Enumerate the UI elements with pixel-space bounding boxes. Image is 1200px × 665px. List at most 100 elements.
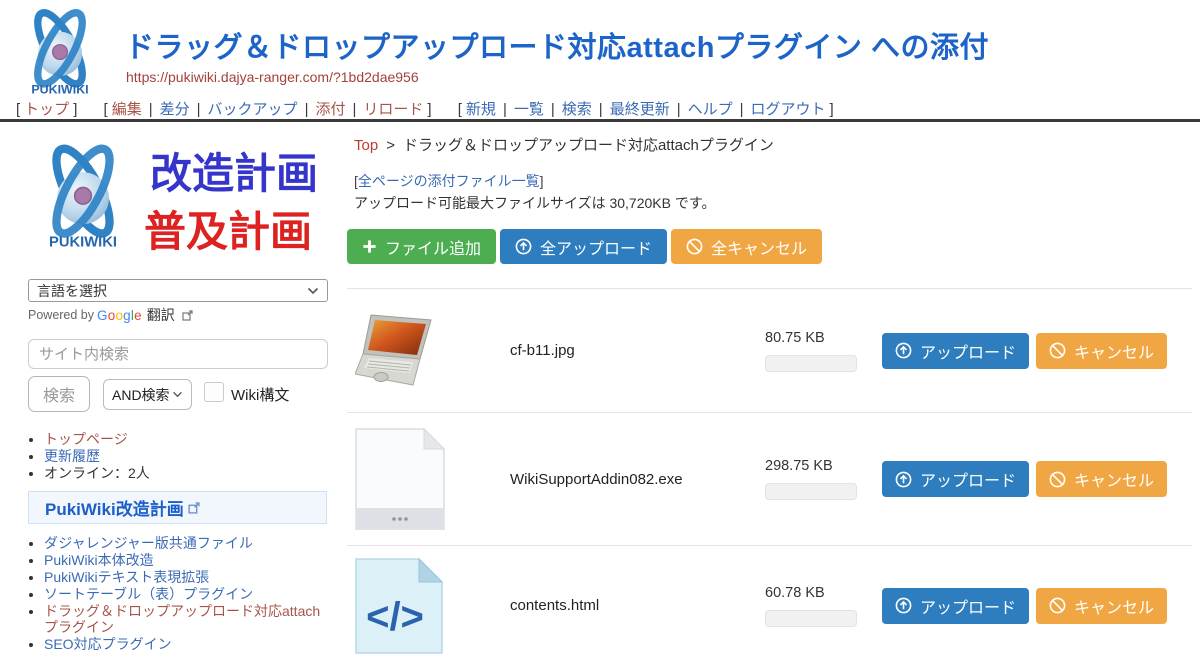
top-navbar: [トップ] [編集|差分|バックアップ|添付|リロード] [新規|一覧|検索|最… [12, 98, 852, 119]
search-input[interactable] [28, 339, 328, 369]
photo-thumbnail [355, 313, 451, 389]
file-upload-list: cf-b11.jpg 80.75 KB アップロード キャンセル [347, 288, 1192, 665]
language-select[interactable]: 言語を選択 [28, 279, 328, 302]
logo-wordmark: PUKIWIKI [31, 82, 88, 96]
sidebar-section-heading-box: PukiWiki改造計画 [28, 491, 327, 524]
page-url-link[interactable]: https://pukiwiki.dajya-ranger.com/?1bd2d… [126, 69, 419, 85]
list-item: トップページ [44, 432, 329, 448]
file-size: 80.75 KB [765, 330, 882, 346]
search-mode-select[interactable]: AND検索 [103, 379, 192, 410]
chevron-down-icon [307, 287, 319, 295]
plus-icon [362, 239, 377, 254]
nav-item-attach[interactable]: 添付 [315, 101, 345, 118]
header-divider [0, 119, 1200, 122]
cancel-button[interactable]: キャンセル [1036, 461, 1167, 497]
breadcrumb-home-link[interactable]: Top [354, 137, 378, 154]
progress-bar [765, 483, 857, 500]
ban-icon [1049, 597, 1066, 614]
sidebar-item-core-mod[interactable]: PukiWiki本体改造 [44, 552, 154, 568]
nav-item-logout[interactable]: ログアウト [751, 101, 826, 118]
list-item: 更新履歴 [44, 449, 329, 465]
sidebar-item-top-page[interactable]: トップページ [44, 431, 128, 447]
ban-icon [686, 238, 703, 255]
breadcrumb: Top>ドラッグ＆ドロップアップロード対応attachプラグイン [354, 134, 774, 155]
google-translate-credit: Powered by Google 翻訳 [28, 305, 193, 325]
list-item: ソートテーブル（表）プラグイン [44, 587, 331, 603]
nav-item-search[interactable]: 検索 [562, 101, 592, 118]
wiki-syntax-checkbox[interactable] [204, 382, 224, 402]
file-size: 298.75 KB [765, 458, 882, 474]
ban-icon [1049, 471, 1066, 488]
nav-item-new[interactable]: 新規 [466, 101, 496, 118]
translate-link[interactable]: 翻訳 [147, 305, 175, 325]
generic-file-icon [355, 428, 445, 530]
sidebar-links: ダジャレンジャー版共通ファイル PukiWiki本体改造 PukiWikiテキス… [44, 536, 331, 654]
html-file-icon: </> [355, 558, 443, 654]
upload-button[interactable]: アップロード [882, 333, 1029, 369]
svg-text:PUKIWIKI: PUKIWIKI [49, 235, 117, 251]
sidebar-banner-logo[interactable]: PUKIWIKI 改造計画 普及計画 [22, 138, 334, 266]
pukiwiki-logo[interactable]: PUKIWIKI [12, 6, 108, 98]
sidebar-item-seo[interactable]: SEO対応プラグイン [44, 636, 172, 652]
sidebar-item-history[interactable]: 更新履歴 [44, 448, 100, 464]
cancel-all-button[interactable]: 全キャンセル [671, 229, 822, 264]
nav-item-reload[interactable]: リロード [363, 101, 423, 118]
wiki-syntax-label: Wiki構文 [231, 384, 289, 405]
cancel-button[interactable]: キャンセル [1036, 588, 1167, 624]
list-item: SEO対応プラグイン [44, 637, 331, 653]
nav-item-list[interactable]: 一覧 [514, 101, 544, 118]
nav-item-backup[interactable]: バックアップ [208, 101, 298, 118]
file-name: contents.html [510, 597, 757, 614]
upload-button[interactable]: アップロード [882, 461, 1029, 497]
nav-item-diff[interactable]: 差分 [160, 101, 190, 118]
sidebar-quick-links: トップページ 更新履歴 オンライン：2人 [44, 432, 329, 483]
google-wordmark: Google [97, 308, 142, 323]
svg-text:</>: </> [366, 595, 424, 639]
progress-bar [765, 610, 857, 627]
nav-item-recent[interactable]: 最終更新 [610, 101, 670, 118]
ban-icon [1049, 342, 1066, 359]
external-link-icon [182, 310, 193, 321]
attach-list-link-line: [全ページの添付ファイル一覧] [354, 171, 544, 191]
online-counter: オンライン：2人 [44, 466, 329, 482]
add-file-button[interactable]: ファイル追加 [347, 229, 496, 264]
upload-button[interactable]: アップロード [882, 588, 1029, 624]
banner-line2: 普及計画 [144, 208, 312, 255]
list-item: ダジャレンジャー版共通ファイル [44, 536, 331, 552]
banner-line1: 改造計画 [150, 150, 318, 197]
sidebar-item-sort-table[interactable]: ソートテーブル（表）プラグイン [44, 586, 253, 602]
nav-item-help[interactable]: ヘルプ [688, 101, 733, 118]
page-title: ドラッグ＆ドロップアップロード対応attachプラグイン への添付 [125, 24, 989, 66]
progress-bar [765, 355, 857, 372]
upload-toolbar: ファイル追加 全アップロード 全キャンセル [347, 229, 822, 264]
chevron-down-icon [172, 391, 183, 398]
external-link-icon [188, 502, 200, 514]
file-row: </> contents.html 60.78 KB アップロード キャンセル [347, 545, 1192, 665]
sidebar-section-heading-link[interactable]: PukiWiki改造計画 [45, 495, 184, 520]
nav-group-page: [編集|差分|バックアップ|添付|リロード] [100, 101, 436, 118]
cancel-button[interactable]: キャンセル [1036, 333, 1167, 369]
upload-circle-icon [515, 238, 532, 255]
nav-group-home: [トップ] [12, 101, 81, 118]
upload-circle-icon [895, 471, 912, 488]
all-attachments-link[interactable]: 全ページの添付ファイル一覧 [358, 173, 540, 189]
nav-group-site: [新規|一覧|検索|最終更新|ヘルプ|ログアウト] [454, 101, 838, 118]
search-button[interactable]: 検索 [28, 376, 90, 412]
max-file-size-text: アップロード可能最大ファイルサイズは 30,720KB です。 [354, 193, 715, 213]
file-row: WikiSupportAddin082.exe 298.75 KB アップロード… [347, 412, 1192, 545]
sidebar-item-text-ext[interactable]: PukiWikiテキスト表現拡張 [44, 569, 209, 585]
nav-item-top[interactable]: トップ [24, 101, 69, 118]
upload-all-button[interactable]: 全アップロード [500, 229, 667, 264]
list-item: ドラッグ＆ドロップアップロード対応attachプラグイン [44, 604, 331, 635]
file-name: cf-b11.jpg [510, 342, 757, 359]
breadcrumb-current: ドラッグ＆ドロップアップロード対応attachプラグイン [403, 137, 774, 154]
upload-circle-icon [895, 597, 912, 614]
sidebar-item-common-files[interactable]: ダジャレンジャー版共通ファイル [44, 535, 253, 551]
list-item: PukiWiki本体改造 [44, 553, 331, 569]
file-row: cf-b11.jpg 80.75 KB アップロード キャンセル [347, 288, 1192, 412]
list-item: PukiWikiテキスト表現拡張 [44, 570, 331, 586]
file-size: 60.78 KB [765, 585, 882, 601]
nav-item-edit[interactable]: 編集 [112, 101, 142, 118]
file-name: WikiSupportAddin082.exe [510, 471, 757, 488]
upload-circle-icon [895, 342, 912, 359]
